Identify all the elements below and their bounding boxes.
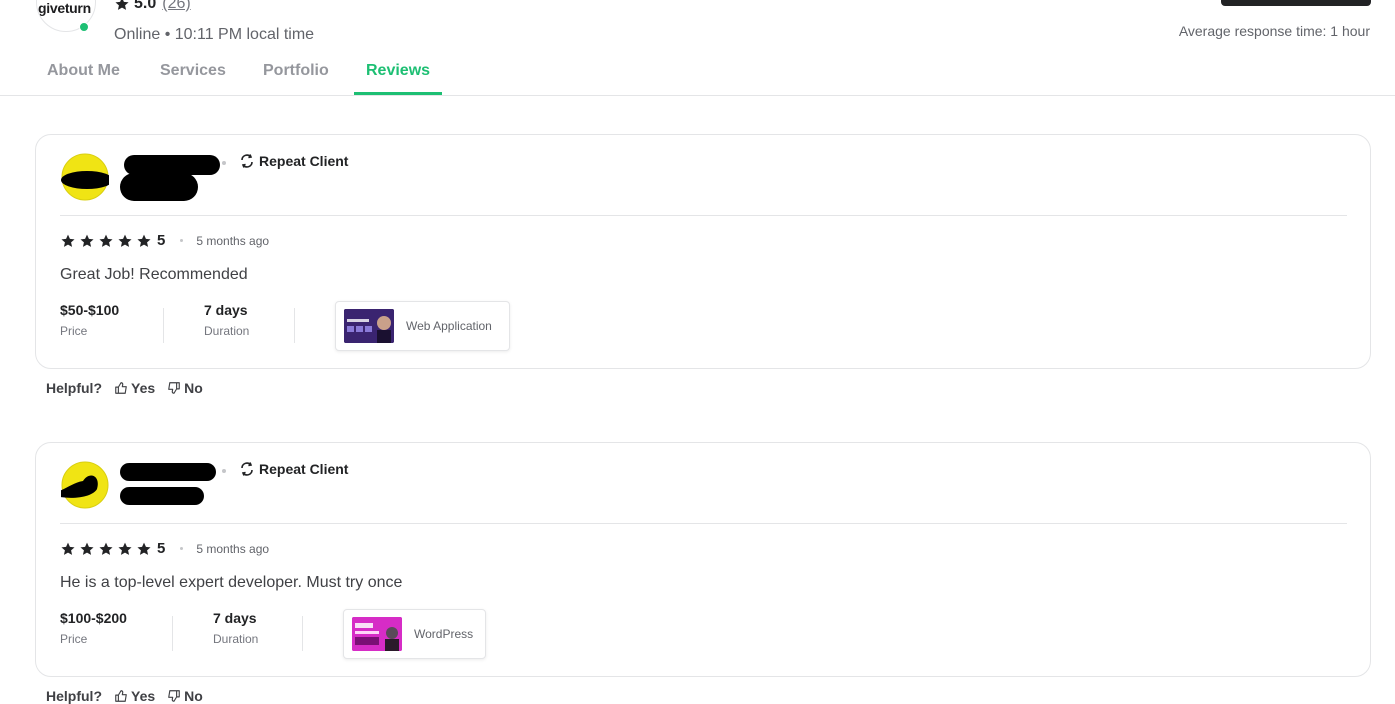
meta-divider — [172, 616, 173, 651]
online-status-dot — [79, 22, 89, 32]
active-tab-indicator — [354, 92, 442, 95]
duration-value: 7 days — [204, 302, 248, 318]
gig-title: WordPress — [414, 627, 474, 641]
duration-label: Duration — [204, 324, 250, 338]
review-comment: He is a top-level expert developer. Must… — [60, 574, 403, 591]
average-response-time: Average response time: 1 hour — [1178, 23, 1370, 39]
review-card: Repeat Client 5 5 months ago He is a top… — [35, 442, 1371, 677]
review-rating: 5 5 months ago — [60, 232, 269, 249]
meta-divider — [163, 308, 164, 343]
tab-reviews[interactable]: Reviews — [366, 62, 430, 80]
seller-status-line: Online • 10:11 PM local time — [114, 26, 315, 43]
thumbs-down-icon — [168, 690, 180, 702]
card-divider — [60, 523, 1347, 524]
star-icon — [115, 0, 129, 10]
star-icon — [99, 234, 113, 247]
gig-thumbnail — [352, 617, 402, 651]
duration-label: Duration — [213, 632, 259, 646]
price-label: Price — [60, 632, 88, 646]
helpful-row: Helpful? Yes No — [46, 688, 203, 704]
redacted-reviewer-name — [120, 463, 216, 481]
thumbs-up-icon — [115, 382, 127, 394]
helpful-label: Helpful? — [46, 688, 102, 704]
helpful-yes-label: Yes — [131, 380, 156, 396]
separator-dot — [222, 161, 226, 165]
helpful-label: Helpful? — [46, 380, 102, 396]
star-icon — [80, 234, 94, 247]
star-icon — [118, 234, 132, 247]
star-icon — [137, 234, 151, 247]
star-icon — [61, 234, 75, 247]
repeat-icon — [241, 462, 253, 476]
review-comment: Great Job! Recommended — [60, 266, 248, 283]
repeat-client-badge: Repeat Client — [239, 153, 348, 169]
repeat-icon — [241, 154, 253, 168]
seller-rating-value: 5.0 — [134, 0, 157, 12]
helpful-no-label: No — [184, 380, 203, 396]
gig-card[interactable]: Web Application — [335, 301, 510, 351]
star-icon — [80, 542, 94, 555]
review-score: 5 — [157, 540, 166, 557]
helpful-yes-button[interactable]: Yes — [114, 688, 155, 704]
star-icon — [61, 542, 75, 555]
tab-services[interactable]: Services — [160, 62, 226, 80]
redacted-reviewer-country — [120, 173, 198, 201]
repeat-client-badge: Repeat Client — [239, 461, 348, 477]
meta-divider — [294, 308, 295, 343]
thumbs-down-icon — [168, 382, 180, 394]
card-divider — [60, 215, 1347, 216]
star-icon — [99, 542, 113, 555]
gig-thumbnail — [344, 309, 394, 343]
star-icon — [137, 542, 151, 555]
review-score: 5 — [157, 232, 166, 249]
price-label: Price — [60, 324, 88, 338]
profile-tabs: About Me Services Portfolio Reviews — [0, 52, 1395, 96]
seller-logo-text: giveturn — [38, 0, 91, 16]
duration-value: 7 days — [213, 610, 257, 626]
helpful-yes-button[interactable]: Yes — [114, 380, 155, 396]
meta-divider — [302, 616, 303, 651]
review-count-link[interactable]: (26) — [162, 0, 190, 13]
separator-dot — [180, 547, 184, 550]
helpful-no-button[interactable]: No — [167, 380, 203, 396]
tab-about-me[interactable]: About Me — [47, 62, 120, 80]
review-card: Repeat Client 5 5 months ago Great Job! … — [35, 134, 1371, 369]
repeat-client-label: Repeat Client — [259, 461, 349, 477]
helpful-yes-label: Yes — [131, 688, 156, 704]
price-value: $100-$200 — [60, 610, 127, 626]
reviewer-avatar[interactable] — [61, 153, 109, 201]
seller-rating: 5.0 (26) — [114, 0, 191, 13]
tab-portfolio[interactable]: Portfolio — [263, 62, 329, 80]
reviewer-avatar[interactable] — [61, 461, 109, 509]
gig-title: Web Application — [406, 319, 492, 333]
repeat-client-label: Repeat Client — [259, 153, 349, 169]
contact-me-button[interactable] — [1221, 0, 1371, 6]
helpful-row: Helpful? Yes No — [46, 380, 203, 396]
review-rating: 5 5 months ago — [60, 540, 269, 557]
review-time-ago: 5 months ago — [196, 541, 270, 556]
redacted-reviewer-name — [124, 155, 220, 175]
separator-dot — [180, 239, 184, 242]
gig-card[interactable]: WordPress — [343, 609, 486, 659]
helpful-no-button[interactable]: No — [167, 688, 203, 704]
thumbs-up-icon — [115, 690, 127, 702]
star-icon — [118, 542, 132, 555]
helpful-no-label: No — [184, 688, 203, 704]
redacted-reviewer-country — [120, 487, 204, 505]
review-time-ago: 5 months ago — [196, 233, 270, 248]
price-value: $50-$100 — [60, 302, 120, 318]
separator-dot — [222, 469, 226, 473]
